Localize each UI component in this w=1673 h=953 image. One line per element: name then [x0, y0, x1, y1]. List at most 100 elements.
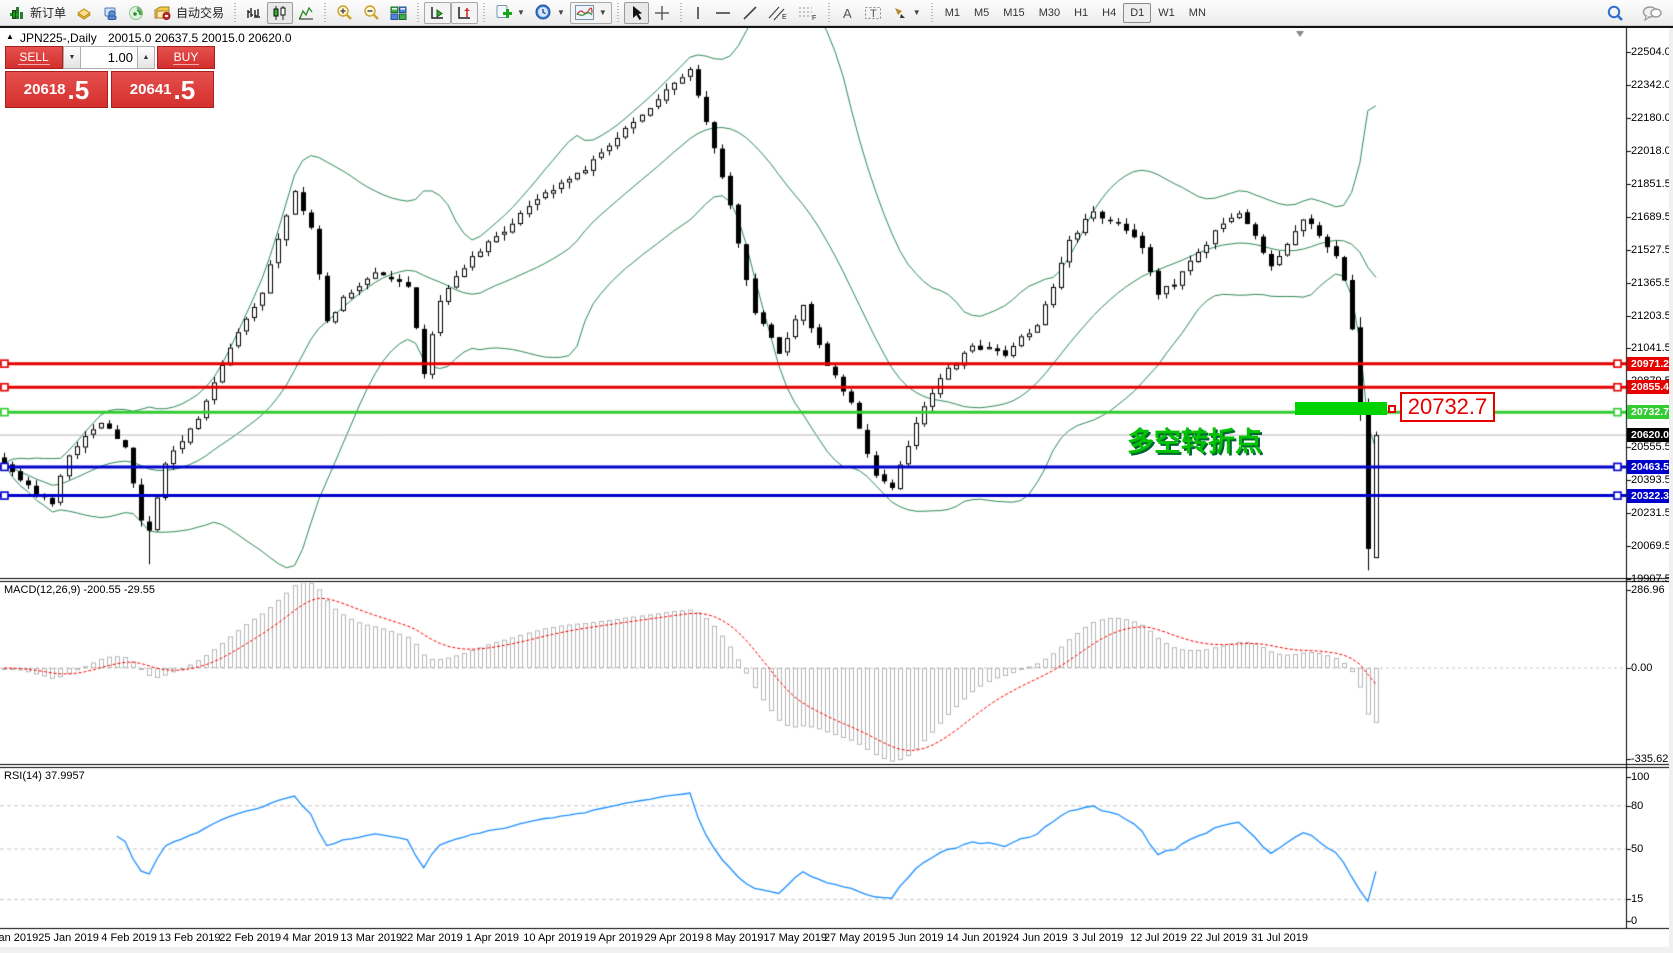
new-chart-button[interactable]: ▼ — [490, 2, 530, 24]
toolbar-separator — [617, 3, 619, 23]
timeframe-mn[interactable]: MN — [1182, 3, 1213, 23]
one-click-trading-panel: SELL ▼ ▲ BUY 20618.5 20641.5 — [5, 46, 215, 108]
collapse-panel-arrow[interactable]: ▲ — [6, 32, 14, 41]
auto-trading-button[interactable]: 自动交易 — [149, 2, 229, 24]
svg-text:E: E — [782, 14, 787, 21]
auto-scroll-button[interactable] — [424, 2, 451, 24]
rsi-scale-label: 100 — [1631, 771, 1649, 783]
svg-text:T: T — [870, 8, 877, 20]
chart-ohlc-values: 20015.0 20637.5 20015.0 20620.0 — [108, 31, 292, 45]
current-price-tag: 20620.0 — [1627, 428, 1673, 442]
zoom-in-button[interactable] — [331, 2, 358, 24]
text-button[interactable]: A — [835, 2, 859, 24]
candlestick-chart-button[interactable] — [267, 2, 293, 24]
arrows-button[interactable]: ▼ — [887, 2, 926, 24]
chart-shift-icon — [456, 5, 473, 21]
rectangle-drag-handle[interactable] — [1388, 405, 1396, 413]
price-level-tag[interactable]: 20463.5 — [1627, 460, 1673, 474]
text-label-button[interactable]: T — [859, 2, 887, 24]
timeframe-m1[interactable]: M1 — [938, 3, 967, 23]
sell-button[interactable]: SELL — [5, 46, 63, 69]
price-axis-tick-label: 20393.5 — [1631, 474, 1673, 486]
main-toolbar: 新订单 自动交易 — [0, 0, 1673, 26]
timeframe-d1[interactable]: D1 — [1123, 3, 1151, 23]
volume-decrease-button[interactable]: ▼ — [63, 46, 81, 69]
date-axis-tick-label: 27 May 2019 — [824, 932, 888, 944]
bar-chart-button[interactable] — [241, 2, 267, 24]
equidistant-channel-button[interactable]: E — [763, 2, 793, 24]
text-icon: A — [840, 5, 854, 21]
search-button[interactable] — [1601, 2, 1629, 24]
toolbar-group-lines: E F — [684, 0, 826, 26]
timeframe-m30[interactable]: M30 — [1032, 3, 1067, 23]
rsi-indicator-label: RSI(14) 37.9957 — [4, 770, 85, 782]
trendline-icon — [742, 5, 758, 21]
date-axis-tick-label: 13 Mar 2019 — [340, 932, 402, 944]
vertical-line-button[interactable] — [687, 2, 709, 24]
macd-scale-label: -335.62 — [1631, 753, 1668, 765]
sell-price-button[interactable]: 20618.5 — [5, 71, 108, 108]
trendline-button[interactable] — [737, 2, 763, 24]
price-level-tag[interactable]: 20855.4 — [1627, 380, 1673, 394]
volume-increase-button[interactable]: ▲ — [137, 46, 155, 69]
timeframe-w1[interactable]: W1 — [1151, 3, 1182, 23]
chart-title: JPN225-,Daily 20015.0 20637.5 20015.0 20… — [20, 31, 292, 45]
price-level-tag[interactable]: 20732.7 — [1627, 405, 1673, 419]
timeframe-m15[interactable]: M15 — [996, 3, 1031, 23]
chart-shift-button[interactable] — [451, 2, 478, 24]
book-icon — [76, 5, 92, 21]
toolbar-group-chart-type — [238, 0, 322, 26]
crosshair-button[interactable] — [649, 2, 675, 24]
support-zone-rectangle[interactable] — [1295, 402, 1387, 415]
tile-windows-button[interactable] — [385, 2, 412, 24]
auto-trading-label: 自动交易 — [176, 4, 224, 21]
cursor-button[interactable] — [624, 2, 649, 24]
signal-icon — [128, 5, 144, 21]
vertical-line-icon — [692, 5, 704, 21]
new-order-icon — [10, 5, 26, 21]
line-chart-button[interactable] — [293, 2, 319, 24]
price-axis-tick-label: 22504.0 — [1631, 46, 1673, 58]
zoom-out-button[interactable] — [358, 2, 385, 24]
timeframe-m5[interactable]: M5 — [967, 3, 996, 23]
toolbar-group-trade: 新订单 自动交易 — [2, 0, 232, 26]
crosshair-icon — [654, 5, 670, 21]
price-axis-tick-label: 21527.5 — [1631, 244, 1673, 256]
market-watch-button[interactable] — [97, 2, 123, 24]
line-chart-icon — [298, 5, 314, 21]
timeframe-h1[interactable]: H1 — [1067, 3, 1095, 23]
new-order-label: 新订单 — [30, 4, 66, 21]
toolbar-group-zoom — [328, 0, 415, 26]
signals-button[interactable] — [123, 2, 149, 24]
price-axis-tick-label: 20069.5 — [1631, 540, 1673, 552]
buy-price-button[interactable]: 20641.5 — [111, 71, 214, 108]
price-axis-tick-label: 21851.5 — [1631, 178, 1673, 190]
date-axis-tick-label: 3 Jul 2019 — [1073, 932, 1124, 944]
chat-button[interactable] — [1637, 2, 1667, 24]
chart-annotation-text[interactable]: 多空转折点 — [1127, 420, 1262, 459]
toolbar-separator — [483, 3, 485, 23]
horizontal-line-icon — [714, 5, 732, 21]
sell-price-fraction: .5 — [68, 77, 90, 103]
price-level-callout[interactable]: 20732.7 — [1400, 392, 1495, 422]
buy-button[interactable]: BUY — [157, 46, 215, 69]
horizontal-line-button[interactable] — [709, 2, 737, 24]
timeframe-h4[interactable]: H4 — [1095, 3, 1123, 23]
auto-scroll-icon — [429, 5, 446, 21]
date-axis-tick-label: 29 Apr 2019 — [644, 932, 703, 944]
indicators-button[interactable]: ▼ — [570, 2, 612, 24]
period-button[interactable]: ▼ — [530, 2, 570, 24]
price-level-tag[interactable]: 20971.2 — [1627, 357, 1673, 371]
new-order-button[interactable]: 新订单 — [5, 2, 71, 24]
volume-input[interactable] — [81, 46, 137, 69]
macd-scale-label: 0.00 — [1631, 662, 1652, 674]
toolbar-separator — [828, 3, 830, 23]
macd-indicator-label: MACD(12,26,9) -200.55 -29.55 — [4, 584, 155, 596]
zoom-out-icon — [363, 4, 380, 21]
chart-symbol-period: JPN225-,Daily — [20, 31, 97, 45]
history-center-button[interactable] — [71, 2, 97, 24]
date-axis-tick-label: 24 Jun 2019 — [1007, 932, 1068, 944]
price-chart-canvas[interactable] — [0, 28, 1673, 953]
price-level-tag[interactable]: 20322.3 — [1627, 489, 1673, 503]
fibonacci-button[interactable]: F — [793, 2, 823, 24]
